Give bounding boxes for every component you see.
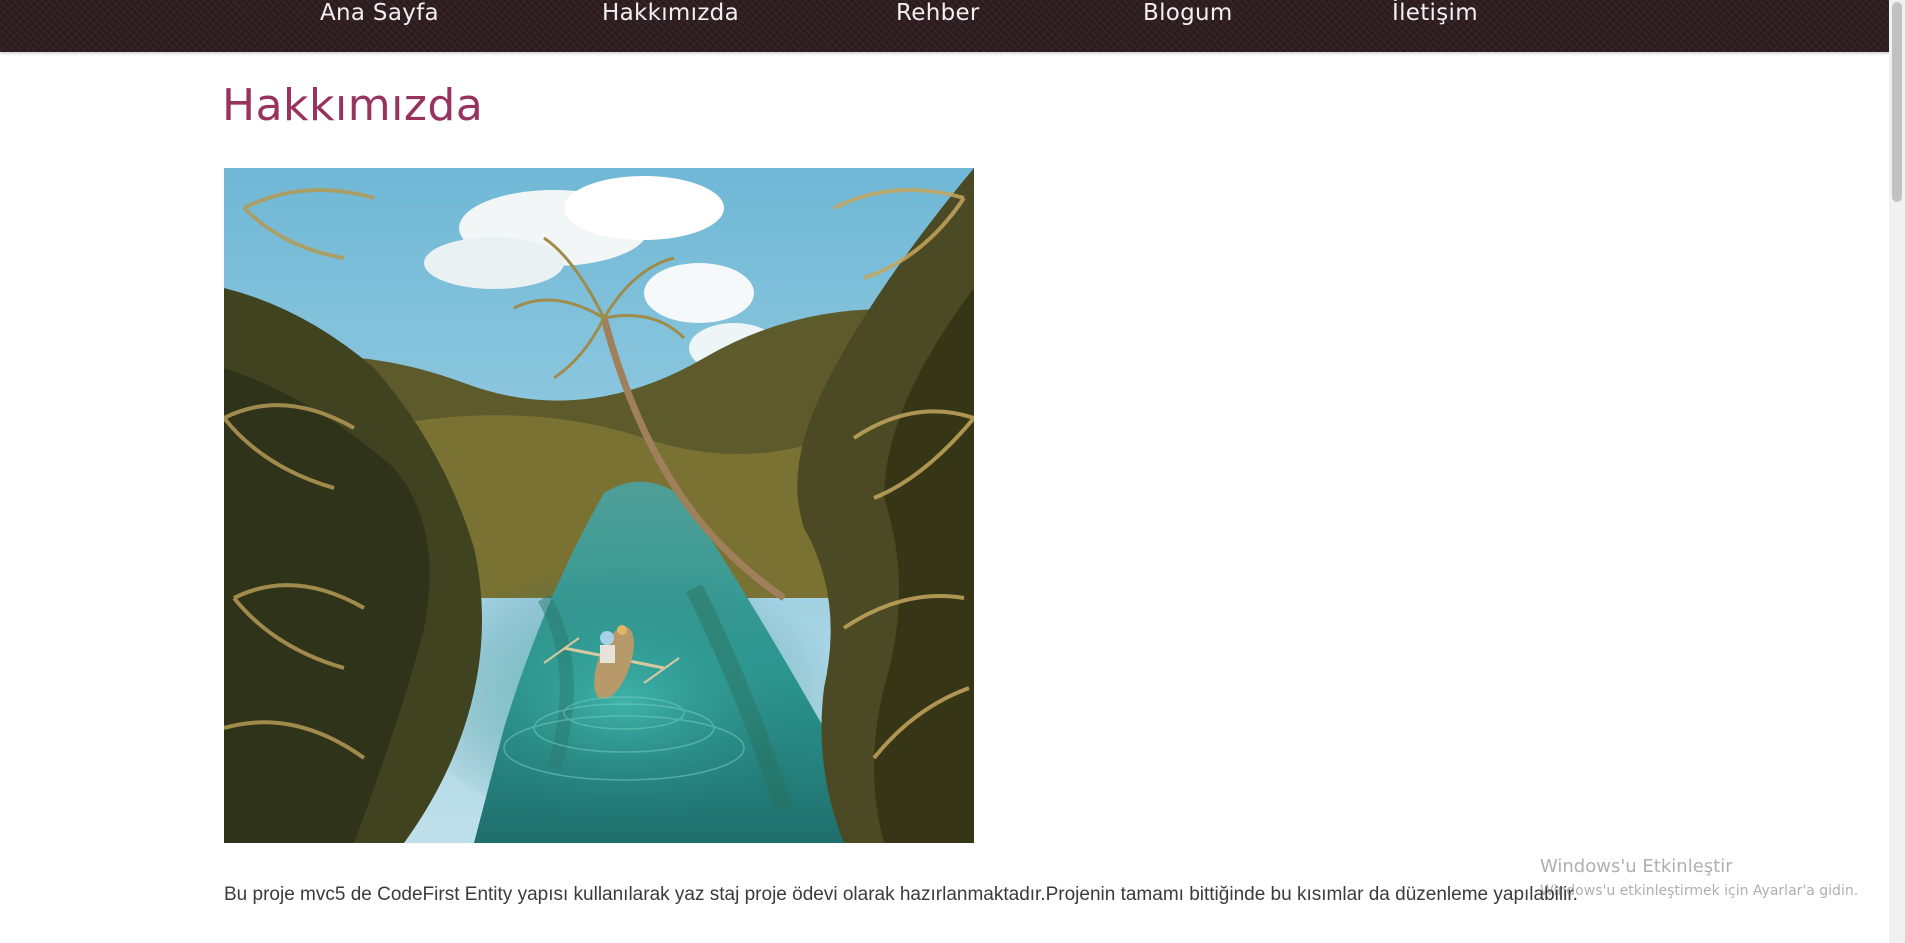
page-title: Hakkımızda [222,80,484,131]
top-navigation-bar: Ana Sayfa Hakkımızda Rehber Blogum İleti… [0,0,1905,52]
vertical-scrollbar-thumb[interactable] [1892,2,1902,202]
about-description: Bu proje mvc5 de CodeFirst Entity yapısı… [224,884,1578,905]
nav-item-guide[interactable]: Rehber [896,0,980,30]
nav-item-about[interactable]: Hakkımızda [602,0,739,30]
nav-item-blog[interactable]: Blogum [1143,0,1233,30]
nav-item-home[interactable]: Ana Sayfa [320,0,439,30]
tropical-river-photo-icon [224,168,974,843]
nav-item-contact[interactable]: İletişim [1392,0,1478,30]
activation-subtitle: Windows'u etkinleştirmek için Ayarlar'a … [1540,883,1859,899]
hero-image [224,168,974,843]
windows-activation-watermark: Windows'u Etkinleştir Windows'u etkinleş… [1540,856,1858,900]
browser-viewport: Ana Sayfa Hakkımızda Rehber Blogum İleti… [0,0,1905,943]
activation-title: Windows'u Etkinleştir [1540,856,1733,877]
